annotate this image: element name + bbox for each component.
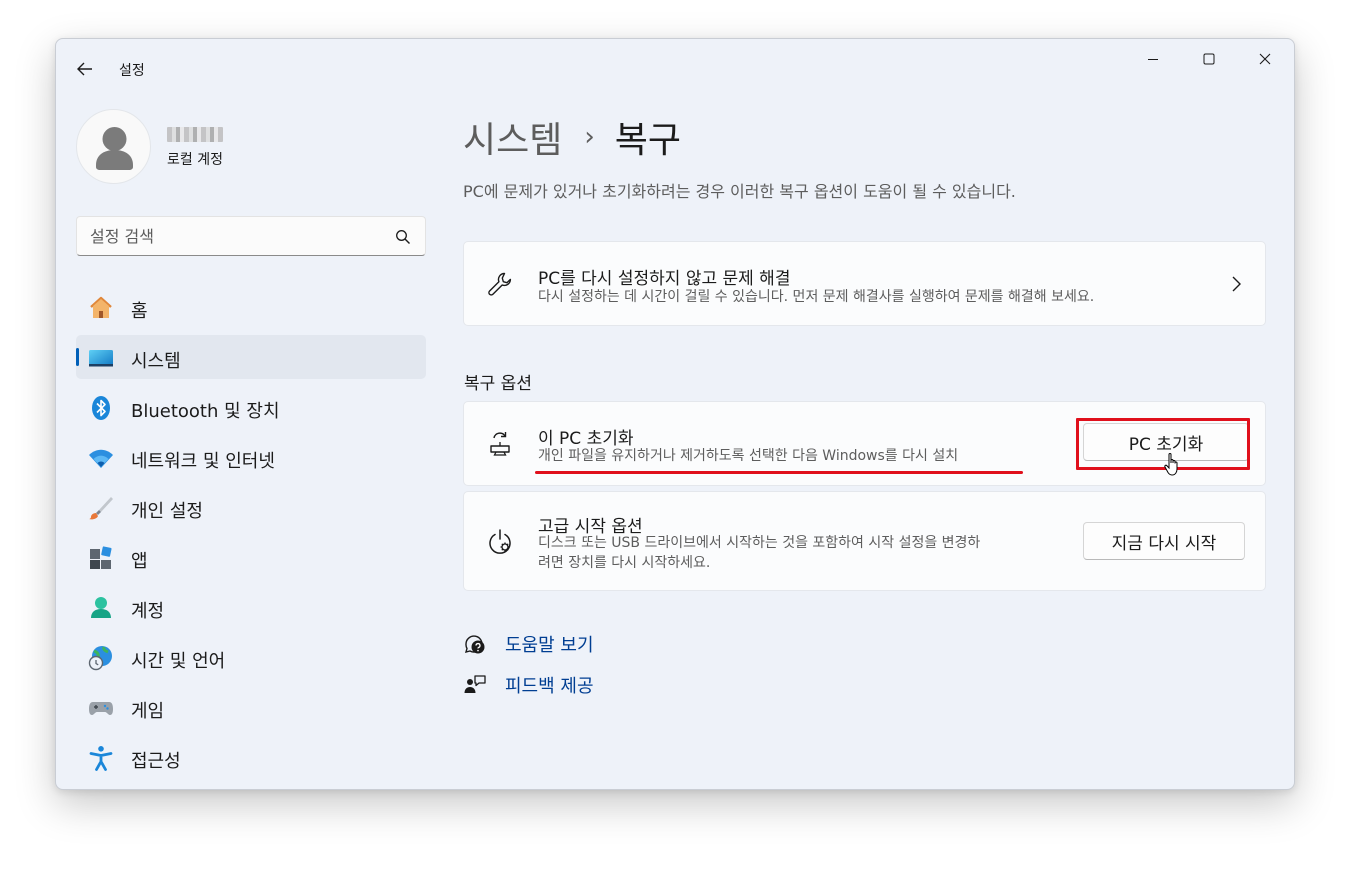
search-input[interactable] xyxy=(77,217,425,255)
page-title: 복구 xyxy=(614,120,682,161)
accessibility-icon xyxy=(88,745,114,771)
sidebar-item-personalization[interactable]: 개인 설정 xyxy=(76,485,426,529)
minimize-button[interactable] xyxy=(1130,45,1176,73)
page-description: PC에 문제가 있거나 초기화하려는 경우 이러한 복구 옵션이 도움이 될 수… xyxy=(463,182,1016,201)
close-button[interactable] xyxy=(1242,45,1288,73)
home-icon xyxy=(88,295,114,321)
user-name-redacted xyxy=(167,127,223,142)
sidebar-item-label: 앱 xyxy=(131,551,148,572)
reset-pc-button[interactable]: PC 초기화 xyxy=(1083,423,1249,461)
breadcrumb-parent-link[interactable]: 시스템 xyxy=(463,111,562,163)
reset-pc-icon xyxy=(484,427,516,459)
maximize-button[interactable] xyxy=(1186,45,1232,73)
troubleshoot-title: PC를 다시 설정하지 않고 문제 해결 xyxy=(538,269,791,289)
sidebar-item-label: 접근성 xyxy=(131,751,181,772)
advanced-startup-card: 고급 시작 옵션 디스크 또는 USB 드라이브에서 시작하는 것을 포함하여 … xyxy=(463,491,1266,591)
sidebar-item-time-language[interactable]: 시간 및 언어 xyxy=(76,635,426,679)
wrench-icon xyxy=(484,268,516,300)
search-icon[interactable] xyxy=(395,229,411,245)
advanced-startup-subtitle-line2: 려면 장치를 다시 시작하세요. xyxy=(538,555,711,571)
app-title: 설정 xyxy=(119,63,145,79)
sidebar-item-accessibility[interactable]: 접근성 xyxy=(76,735,426,779)
help-link-label[interactable]: 도움말 보기 xyxy=(505,631,594,657)
sidebar-item-label: 시스템 xyxy=(131,351,181,372)
sidebar-item-label: 계정 xyxy=(131,601,165,622)
sidebar-item-label: 게임 xyxy=(131,701,165,722)
account-icon xyxy=(88,595,114,621)
help-icon xyxy=(463,632,487,656)
recovery-options-heading: 복구 옵션 xyxy=(464,374,532,394)
breadcrumb: 시스템 › 복구 xyxy=(463,111,681,163)
reset-pc-subtitle: 개인 파일을 유지하거나 제거하도록 선택한 다음 Windows를 다시 설치 xyxy=(538,448,959,464)
sidebar-item-home[interactable]: 홈 xyxy=(76,285,426,329)
restart-now-button[interactable]: 지금 다시 시작 xyxy=(1083,522,1245,560)
reset-pc-card: 이 PC 초기화 개인 파일을 유지하거나 제거하도록 선택한 다음 Windo… xyxy=(463,401,1266,486)
sidebar-item-network[interactable]: 네트워크 및 인터넷 xyxy=(76,435,426,479)
maximize-icon xyxy=(1203,53,1215,65)
minimize-icon xyxy=(1148,59,1158,60)
bluetooth-icon xyxy=(88,395,114,421)
sidebar-item-system[interactable]: 시스템 xyxy=(76,335,426,379)
feedback-icon xyxy=(463,673,487,697)
advanced-startup-icon xyxy=(484,526,516,558)
troubleshoot-subtitle: 다시 설정하는 데 시간이 걸릴 수 있습니다. 먼저 문제 해결사를 실행하여… xyxy=(538,289,1095,305)
user-icon xyxy=(96,127,133,170)
sidebar-item-label: 홈 xyxy=(131,301,148,322)
troubleshoot-card[interactable]: PC를 다시 설정하지 않고 문제 해결 다시 설정하는 데 시간이 걸릴 수 … xyxy=(463,241,1266,326)
annotation-underline xyxy=(535,471,1023,474)
feedback-link[interactable]: 피드백 제공 xyxy=(463,673,594,697)
sidebar-item-label: 네트워크 및 인터넷 xyxy=(131,451,275,472)
sidebar-nav: 홈 시스템 Bluetooth 및 장치 네트워크 및 인터넷 개인 설정 앱 … xyxy=(76,285,426,785)
selection-indicator xyxy=(76,348,79,366)
close-icon xyxy=(1259,53,1271,65)
wifi-icon xyxy=(88,445,114,471)
back-button[interactable] xyxy=(72,57,98,81)
globe-clock-icon xyxy=(88,645,114,671)
sidebar-item-bluetooth[interactable]: Bluetooth 및 장치 xyxy=(76,385,426,429)
sidebar-item-label: 시간 및 언어 xyxy=(131,651,226,672)
sidebar-item-label: 개인 설정 xyxy=(131,501,203,522)
paintbrush-icon xyxy=(88,495,114,521)
sidebar-item-accounts[interactable]: 계정 xyxy=(76,585,426,629)
search-box xyxy=(76,216,426,256)
title-bar: 설정 xyxy=(56,39,1294,83)
apps-icon xyxy=(88,545,114,571)
sidebar-item-label: Bluetooth 및 장치 xyxy=(131,401,280,422)
system-display-icon xyxy=(88,345,114,371)
sidebar-item-gaming[interactable]: 게임 xyxy=(76,685,426,729)
chevron-right-icon xyxy=(1232,276,1241,292)
settings-window: 설정 로컬 계정 홈 시스템 xyxy=(55,38,1295,790)
account-type-label: 로컬 계정 xyxy=(167,152,223,168)
gamepad-icon xyxy=(88,695,114,721)
breadcrumb-separator: › xyxy=(584,122,595,152)
help-link[interactable]: 도움말 보기 xyxy=(463,632,594,656)
avatar[interactable] xyxy=(76,109,151,184)
advanced-startup-subtitle-line1: 디스크 또는 USB 드라이브에서 시작하는 것을 포함하여 시작 설정을 변경… xyxy=(538,535,981,551)
sidebar-item-apps[interactable]: 앱 xyxy=(76,535,426,579)
feedback-link-label[interactable]: 피드백 제공 xyxy=(505,672,594,698)
back-arrow-icon xyxy=(77,62,92,76)
